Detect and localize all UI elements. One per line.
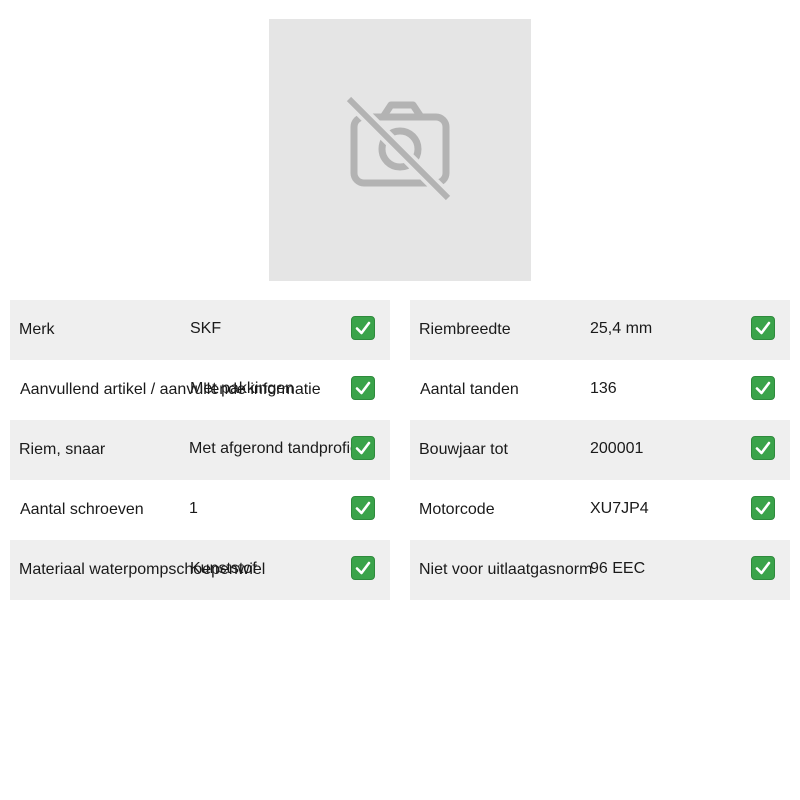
spec-row: Niet voor uitlaatgasnorm 96 EEC xyxy=(410,540,790,600)
check-mark-icon xyxy=(751,496,775,520)
spec-value: 25,4 mm xyxy=(590,320,653,337)
spec-value: Met pakkingen xyxy=(190,380,295,397)
spec-row: Materiaal waterpompschoepenwiel Kunststo… xyxy=(10,540,390,600)
check-mark-icon xyxy=(351,316,375,340)
spec-label: Merk xyxy=(19,321,55,338)
spec-value: SKF xyxy=(190,320,222,337)
spec-value: 96 EEC xyxy=(590,560,646,577)
spec-label: Riem, snaar xyxy=(19,441,106,458)
spec-value: Met afgerond tandprofiel xyxy=(189,440,363,457)
spec-label: Aantal tanden xyxy=(420,381,519,398)
specification-table: Merk SKF Aanvullend artikel / aanvullend… xyxy=(10,300,790,600)
spec-label: Motorcode xyxy=(419,501,495,518)
spec-column-right: Riembreedte 25,4 mm Aantal tanden 136 Bo… xyxy=(410,300,790,600)
spec-value: Kunststof xyxy=(190,560,257,577)
check-mark-icon xyxy=(751,316,775,340)
spec-label: Niet voor uitlaatgasnorm xyxy=(419,561,593,578)
spec-row: Bouwjaar tot 200001 xyxy=(410,420,790,480)
check-mark-icon xyxy=(751,556,775,580)
check-mark-icon xyxy=(351,436,375,460)
check-mark-icon xyxy=(351,556,375,580)
spec-row: Riem, snaar Met afgerond tandprofiel xyxy=(10,420,390,480)
spec-value: 1 xyxy=(189,500,198,517)
spec-row: Aantal tanden 136 xyxy=(410,360,790,420)
no-camera-icon xyxy=(345,95,453,203)
spec-label: Riembreedte xyxy=(419,321,511,338)
product-image-placeholder xyxy=(269,19,531,281)
spec-row: Aanvullend artikel / aanvullende informa… xyxy=(10,360,390,420)
check-mark-icon xyxy=(351,496,375,520)
check-mark-icon xyxy=(751,436,775,460)
spec-label: Aantal schroeven xyxy=(20,501,144,518)
spec-label: Bouwjaar tot xyxy=(419,441,508,458)
spec-row: Aantal schroeven 1 xyxy=(10,480,390,540)
spec-row: Riembreedte 25,4 mm xyxy=(410,300,790,360)
spec-column-left: Merk SKF Aanvullend artikel / aanvullend… xyxy=(10,300,390,600)
check-mark-icon xyxy=(351,376,375,400)
spec-value: XU7JP4 xyxy=(590,500,649,517)
spec-row: Merk SKF xyxy=(10,300,390,360)
spec-row: Motorcode XU7JP4 xyxy=(410,480,790,540)
product-spec-page: Merk SKF Aanvullend artikel / aanvullend… xyxy=(0,0,800,800)
spec-value: 136 xyxy=(590,380,617,397)
check-mark-icon xyxy=(751,376,775,400)
spec-value: 200001 xyxy=(590,440,644,457)
